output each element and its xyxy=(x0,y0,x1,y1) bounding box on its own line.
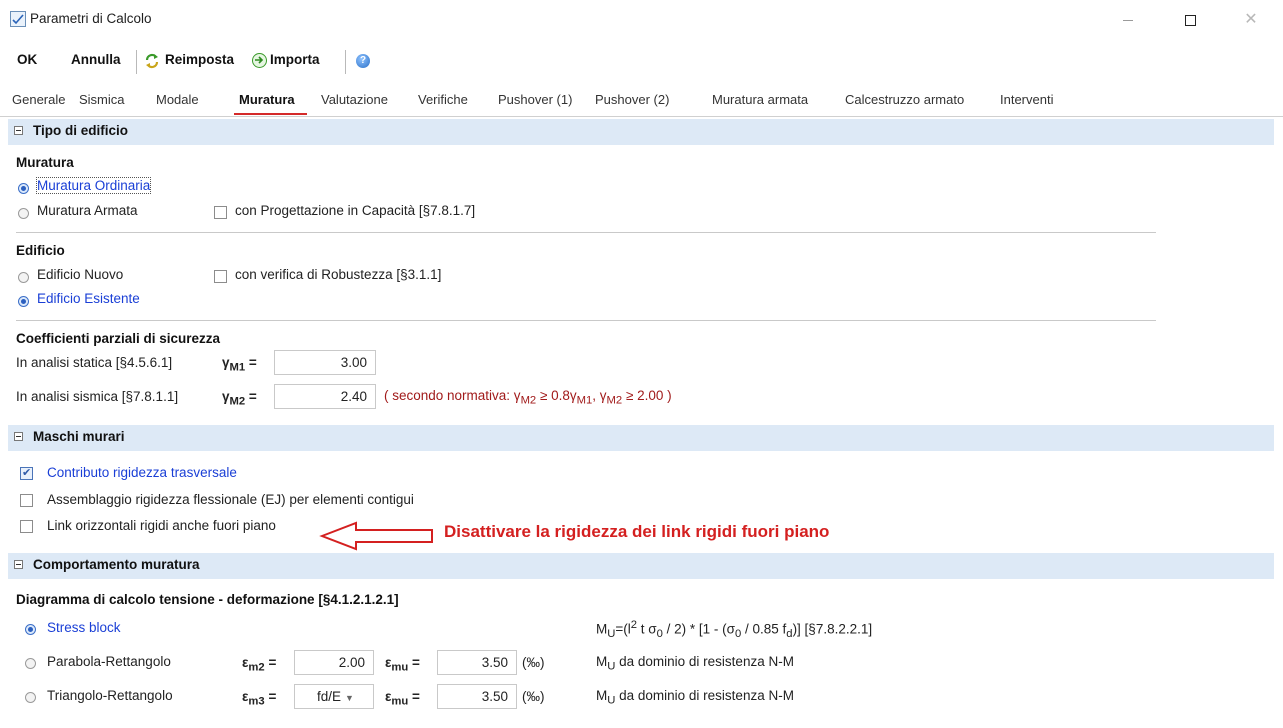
section-comportamento-muratura[interactable]: Comportamento muratura xyxy=(8,553,1274,579)
radio-triangolo-rettangolo[interactable] xyxy=(25,692,36,703)
section-title: Tipo di edificio xyxy=(33,123,129,138)
eps-m3-symbol: εm3 = xyxy=(242,689,277,708)
permille-unit: (‰) xyxy=(522,655,545,670)
mu-dominio-text: MU da dominio di resistenza N-M xyxy=(596,688,794,707)
divider xyxy=(16,320,1156,321)
parabola-rettangolo-label[interactable]: Parabola-Rettangolo xyxy=(47,654,171,669)
eps-m2-input[interactable]: 2.00 xyxy=(294,650,374,675)
maximize-icon[interactable] xyxy=(1180,10,1200,30)
close-icon[interactable]: ✕ xyxy=(1241,10,1261,30)
gamma-m1-input[interactable]: 3.00 xyxy=(274,350,376,375)
tab-valutazione[interactable]: Valutazione xyxy=(321,92,388,107)
toolbar-separator xyxy=(136,50,137,74)
permille-unit: (‰) xyxy=(522,689,545,704)
radio-muratura-ordinaria[interactable] xyxy=(18,183,29,194)
eps-mu-input[interactable]: 3.50 xyxy=(437,684,517,709)
statica-label: In analisi statica [§4.5.6.1] xyxy=(16,355,173,370)
robustezza-label[interactable]: con verifica di Robustezza [§3.1.1] xyxy=(235,267,441,282)
divider xyxy=(16,232,1156,233)
tab-generale[interactable]: Generale xyxy=(12,92,65,107)
section-title: Comportamento muratura xyxy=(33,557,200,572)
radio-parabola-rettangolo[interactable] xyxy=(25,658,36,669)
tab-interventi[interactable]: Interventi xyxy=(1000,92,1053,107)
radio-stress-block[interactable] xyxy=(25,624,36,635)
checkbox-robustezza[interactable] xyxy=(214,270,227,283)
link-orizzontali-label[interactable]: Link orizzontali rigidi anche fuori pian… xyxy=(47,518,276,533)
eps-mu-symbol: εmu = xyxy=(385,655,420,674)
stress-block-label[interactable]: Stress block xyxy=(47,620,121,635)
tab-verifiche[interactable]: Verifiche xyxy=(418,92,468,107)
eps-m3-value: fd/E xyxy=(317,689,342,704)
collapse-icon[interactable] xyxy=(14,560,23,569)
collapse-icon[interactable] xyxy=(14,126,23,135)
import-icon[interactable] xyxy=(252,53,267,68)
gamma-m2-input[interactable]: 2.40 xyxy=(274,384,376,409)
radio-edificio-esistente[interactable] xyxy=(18,296,29,307)
edificio-nuovo-label[interactable]: Edificio Nuovo xyxy=(37,267,123,282)
edificio-esistente-label[interactable]: Edificio Esistente xyxy=(37,291,140,306)
reset-button[interactable]: Reimposta xyxy=(165,52,234,67)
gamma-m1-symbol: γM1 = xyxy=(222,355,257,374)
assemblaggio-label[interactable]: Assemblaggio rigidezza flessionale (EJ) … xyxy=(47,492,414,507)
muratura-group-title: Muratura xyxy=(16,155,74,170)
normativa-note: ( secondo normativa: γM2 ≥ 0.8γM1, γM2 ≥… xyxy=(384,388,672,407)
tab-sismica[interactable]: Sismica xyxy=(79,92,125,107)
checkbox-assemblaggio[interactable] xyxy=(20,494,33,507)
collapse-icon[interactable] xyxy=(14,432,23,441)
window-title: Parametri di Calcolo xyxy=(30,11,152,26)
progettazione-capacita-label[interactable]: con Progettazione in Capacità [§7.8.1.7] xyxy=(235,203,475,218)
annotation-arrow-icon xyxy=(319,521,433,551)
ok-button[interactable]: OK xyxy=(17,52,37,67)
cancel-button[interactable]: Annulla xyxy=(71,52,121,67)
eps-m3-dropdown[interactable]: fd/E ▼ xyxy=(294,684,374,709)
reset-icon[interactable] xyxy=(144,53,160,69)
tab-pushover-2[interactable]: Pushover (2) xyxy=(595,92,669,107)
checkbox-contributo-rigidezza[interactable] xyxy=(20,466,33,480)
section-maschi-murari[interactable]: Maschi murari xyxy=(8,425,1274,451)
eps-mu-symbol: εmu = xyxy=(385,689,420,708)
edificio-group-title: Edificio xyxy=(16,243,65,258)
checkbox-progettazione-capacita[interactable] xyxy=(214,206,227,219)
tab-calcestruzzo-armato[interactable]: Calcestruzzo armato xyxy=(845,92,964,107)
triangolo-rettangolo-label[interactable]: Triangolo-Rettangolo xyxy=(47,688,173,703)
diagramma-title: Diagramma di calcolo tensione - deformaz… xyxy=(16,592,399,607)
checkbox-link-orizzontali[interactable] xyxy=(20,520,33,533)
active-tab-indicator xyxy=(234,113,307,115)
coefficienti-group-title: Coefficienti parziali di sicurezza xyxy=(16,331,221,346)
section-tipo-edificio[interactable]: Tipo di edificio xyxy=(8,119,1274,145)
toolbar-separator xyxy=(345,50,346,74)
tab-modale[interactable]: Modale xyxy=(156,92,199,107)
app-icon xyxy=(10,11,26,27)
annotation-text: Disattivare la rigidezza dei link rigidi… xyxy=(444,522,830,541)
eps-m2-symbol: εm2 = xyxy=(242,655,277,674)
eps-mu-input[interactable]: 3.50 xyxy=(437,650,517,675)
mu-dominio-text: MU da dominio di resistenza N-M xyxy=(596,654,794,673)
radio-edificio-nuovo[interactable] xyxy=(18,272,29,283)
gamma-m2-symbol: γM2 = xyxy=(222,389,257,408)
section-title: Maschi murari xyxy=(33,429,125,444)
title-bar xyxy=(0,0,1283,40)
chevron-down-icon[interactable]: ▼ xyxy=(345,693,354,703)
import-button[interactable]: Importa xyxy=(270,52,320,67)
radio-muratura-armata[interactable] xyxy=(18,208,29,219)
tab-pushover-1[interactable]: Pushover (1) xyxy=(498,92,572,107)
contributo-rigidezza-label[interactable]: Contributo rigidezza trasversale xyxy=(47,465,237,480)
minimize-icon[interactable] xyxy=(1118,10,1138,30)
muratura-ordinaria-label[interactable]: Muratura Ordinaria xyxy=(35,177,152,194)
help-icon[interactable]: ? xyxy=(356,54,370,68)
sismica-label: In analisi sismica [§7.8.1.1] xyxy=(16,389,179,404)
tab-muratura-armata[interactable]: Muratura armata xyxy=(712,92,808,107)
muratura-armata-label[interactable]: Muratura Armata xyxy=(37,203,138,218)
stress-block-formula: MU=(l2 t σ0 / 2) * [1 - (σ0 / 0.85 fd)] … xyxy=(596,619,873,641)
tab-muratura[interactable]: Muratura xyxy=(239,92,295,107)
